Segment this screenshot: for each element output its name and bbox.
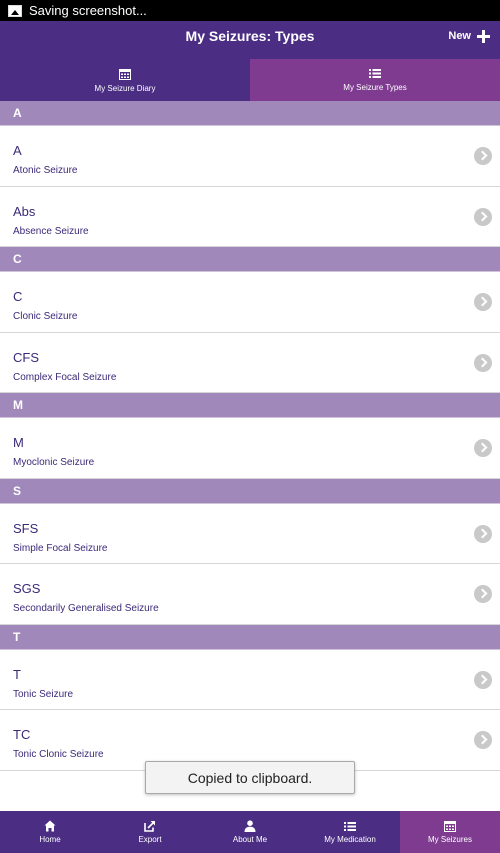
seizure-name: Tonic Seizure <box>13 688 74 700</box>
nav-about-me[interactable]: About Me <box>200 811 300 853</box>
page-title: My Seizures: Types <box>185 28 315 44</box>
seizure-name: Secondarily Generalised Seizure <box>13 603 159 614</box>
seizure-code: TC <box>13 727 31 742</box>
nav-label: My Seizures <box>427 835 472 844</box>
seizure-name: Clonic Seizure <box>13 311 78 322</box>
list-item[interactable]: C Clonic Seizure <box>0 272 500 333</box>
seizure-name: Atonic Seizure <box>13 165 78 176</box>
seizure-code: C <box>13 289 23 304</box>
status-text: Saving screenshot... <box>29 3 147 18</box>
seizure-code: SGS <box>13 581 41 596</box>
section-header-a: A <box>0 101 500 126</box>
nav-my-medication[interactable]: My Medication <box>300 811 400 853</box>
list-item[interactable]: CFS Complex Focal Seizure <box>0 332 500 393</box>
section-header-m: M <box>0 393 500 418</box>
chevron-right-icon <box>474 439 492 457</box>
seizure-name: Absence Seizure <box>13 225 89 237</box>
nav-home[interactable]: Home <box>0 811 100 853</box>
chevron-right-icon <box>474 524 492 543</box>
person-icon <box>244 820 256 832</box>
list-item[interactable]: SFS Simple Focal Seizure <box>0 503 500 564</box>
calendar-icon <box>444 821 456 832</box>
screenshot-notification-icon <box>8 4 22 17</box>
tab-label: My Seizure Diary <box>94 83 156 93</box>
seizure-code: A <box>13 143 22 158</box>
bottom-navigation: Home Export About Me My Medication My Se… <box>0 811 500 853</box>
toast-message: Copied to clipboard. <box>145 761 355 794</box>
nav-label: My Medication <box>324 834 376 844</box>
nav-my-seizures[interactable]: My Seizures <box>400 811 500 853</box>
seizure-name: Simple Focal Seizure <box>13 542 108 554</box>
chevron-right-icon <box>474 293 492 311</box>
list-item[interactable]: Abs Absence Seizure <box>0 186 500 247</box>
section-header-t: T <box>0 624 500 650</box>
new-button-label: New <box>448 30 471 42</box>
chevron-right-icon <box>474 585 492 603</box>
home-icon <box>44 820 56 832</box>
seizure-code: Abs <box>13 203 36 219</box>
chevron-right-icon <box>474 731 492 749</box>
plus-icon <box>477 29 490 43</box>
nav-export[interactable]: Export <box>100 811 200 853</box>
section-header-c: C <box>0 247 500 272</box>
seizure-code: T <box>13 666 21 682</box>
list-item[interactable]: A Atonic Seizure <box>0 126 500 187</box>
tab-label: My Seizure Types <box>343 83 407 92</box>
chevron-right-icon <box>474 147 492 165</box>
tab-bar: My Seizure Diary My Seizure Types <box>0 59 500 101</box>
nav-label: About Me <box>232 835 268 844</box>
list-item[interactable]: SGS Secondarily Generalised Seizure <box>0 564 500 625</box>
tab-my-seizure-diary[interactable]: My Seizure Diary <box>0 59 250 101</box>
nav-label: Export <box>138 835 162 844</box>
new-button[interactable]: New <box>448 25 490 47</box>
tab-my-seizure-types[interactable]: My Seizure Types <box>250 59 500 101</box>
header: My Seizures: Types New <box>0 21 500 59</box>
list-icon <box>369 69 381 78</box>
seizure-name: Tonic Clonic Seizure <box>13 749 104 760</box>
seizure-code: M <box>13 435 24 450</box>
status-bar: Saving screenshot... <box>0 0 500 21</box>
export-icon <box>144 820 156 832</box>
seizure-code: SFS <box>13 520 39 536</box>
chevron-right-icon <box>474 670 492 689</box>
section-header-s: S <box>0 478 500 504</box>
seizure-types-list: A A Atonic Seizure Abs Absence Seizure C… <box>0 101 500 771</box>
seizure-code: CFS <box>13 349 39 365</box>
nav-label: Home <box>39 835 61 844</box>
chevron-right-icon <box>474 207 492 226</box>
list-item[interactable]: M Myoclonic Seizure <box>0 418 500 479</box>
chevron-right-icon <box>474 353 492 372</box>
list-icon <box>344 821 356 831</box>
seizure-name: Myoclonic Seizure <box>13 457 95 468</box>
seizure-name: Complex Focal Seizure <box>13 371 117 383</box>
list-item[interactable]: T Tonic Seizure <box>0 649 500 710</box>
calendar-icon <box>119 68 131 80</box>
